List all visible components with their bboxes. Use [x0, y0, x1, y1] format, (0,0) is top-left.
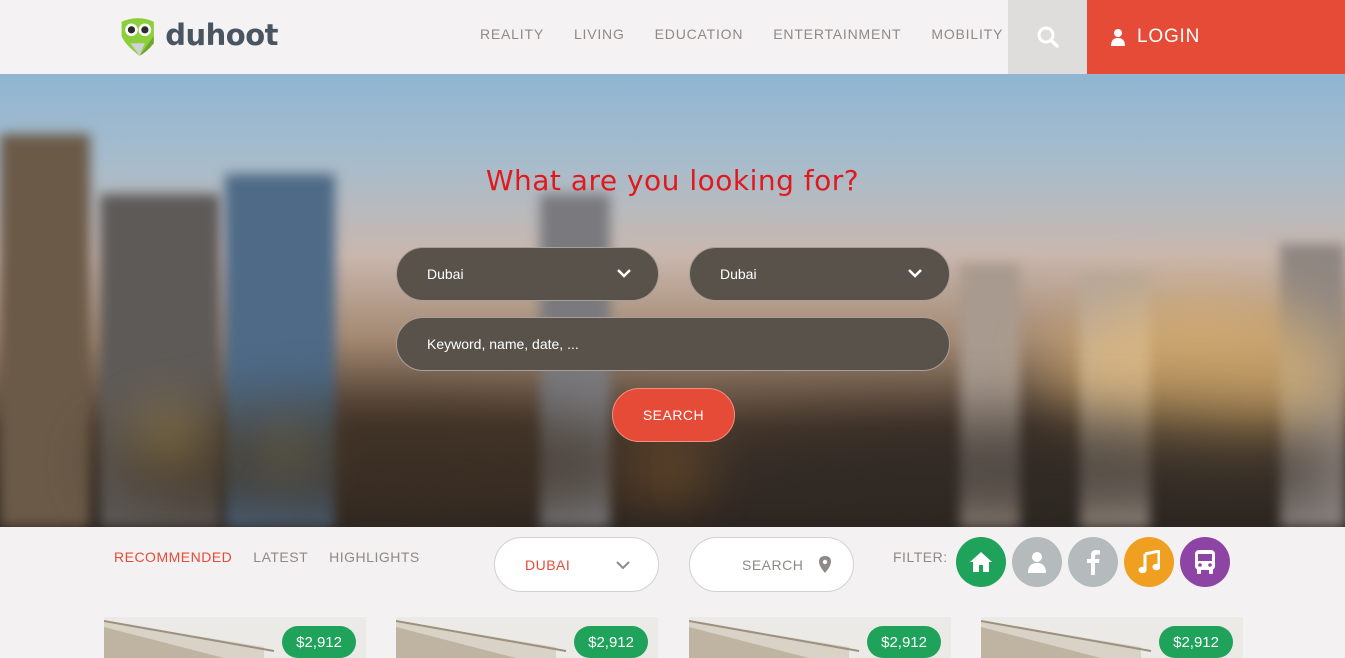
bg-light [640, 454, 700, 494]
chevron-down-icon [908, 269, 922, 278]
tab-recommended[interactable]: RECOMMENDED [114, 549, 232, 565]
location-select-1-value: Dubai [427, 266, 464, 282]
search-icon [1037, 26, 1059, 48]
tab-latest[interactable]: LATEST [253, 549, 308, 565]
nav-item-entertainment[interactable]: ENTERTAINMENT [773, 26, 901, 42]
filter-entertainment[interactable] [1124, 537, 1174, 587]
price-badge: $2,912 [1159, 626, 1233, 658]
user-icon [1028, 552, 1046, 573]
location-select-2-value: Dubai [720, 266, 757, 282]
logo-text: duhoot [165, 18, 278, 52]
listing-card[interactable]: $2,912 [104, 617, 366, 658]
login-label: LOGIN [1137, 26, 1201, 47]
city-select-value: DUBAI [525, 556, 571, 573]
header-search-button[interactable] [1008, 0, 1087, 74]
chevron-down-icon [617, 269, 631, 278]
hero-search-button[interactable]: SEARCH [612, 388, 735, 442]
filter-label: FILTER: [893, 549, 948, 565]
owl-logo-icon [121, 18, 154, 56]
price-badge: $2,912 [867, 626, 941, 658]
header: duhoot REALITY LIVING EDUCATION ENTERTAI… [0, 0, 1345, 74]
tab-highlights[interactable]: HIGHLIGHTS [329, 549, 420, 565]
nav-item-education[interactable]: EDUCATION [655, 26, 744, 42]
bg-light [700, 414, 1345, 527]
logo[interactable]: duhoot [118, 14, 278, 60]
city-select[interactable]: DUBAI [494, 537, 659, 592]
music-icon [1138, 550, 1160, 574]
keyword-placeholder: Keyword, name, date, ... [427, 336, 579, 352]
listing-card[interactable]: $2,912 [981, 617, 1243, 658]
home-icon [970, 552, 992, 572]
location-search[interactable]: SEARCH [689, 537, 854, 592]
chevron-down-icon [616, 561, 630, 570]
filter-facebook[interactable] [1068, 537, 1118, 587]
main-nav: REALITY LIVING EDUCATION ENTERTAINMENT M… [480, 26, 1033, 42]
filter-mobility[interactable] [1180, 537, 1230, 587]
location-select-2[interactable]: Dubai [689, 247, 950, 301]
filter-reality[interactable] [956, 537, 1006, 587]
keyword-input[interactable]: Keyword, name, date, ... [396, 317, 950, 371]
filter-living[interactable] [1012, 537, 1062, 587]
nav-item-mobility[interactable]: MOBILITY [931, 26, 1003, 42]
facebook-icon [1087, 550, 1100, 575]
price-badge: $2,912 [574, 626, 648, 658]
nav-item-reality[interactable]: REALITY [480, 26, 544, 42]
user-icon [1111, 29, 1125, 46]
nav-item-living[interactable]: LIVING [574, 26, 625, 42]
content-tabs: RECOMMENDED LATEST HIGHLIGHTS [114, 549, 441, 565]
bus-icon [1195, 550, 1215, 574]
location-search-label: SEARCH [742, 556, 804, 573]
hero-title: What are you looking for? [485, 164, 860, 197]
bg-light [260, 434, 310, 464]
listing-card[interactable]: $2,912 [689, 617, 951, 658]
bg-light [140, 414, 200, 454]
hero-banner: What are you looking for? Dubai Dubai Ke… [0, 74, 1345, 527]
login-button[interactable]: LOGIN [1087, 0, 1345, 74]
listing-card[interactable]: $2,912 [396, 617, 658, 658]
price-badge: $2,912 [282, 626, 356, 658]
location-select-1[interactable]: Dubai [396, 247, 659, 301]
map-pin-icon [819, 556, 831, 573]
